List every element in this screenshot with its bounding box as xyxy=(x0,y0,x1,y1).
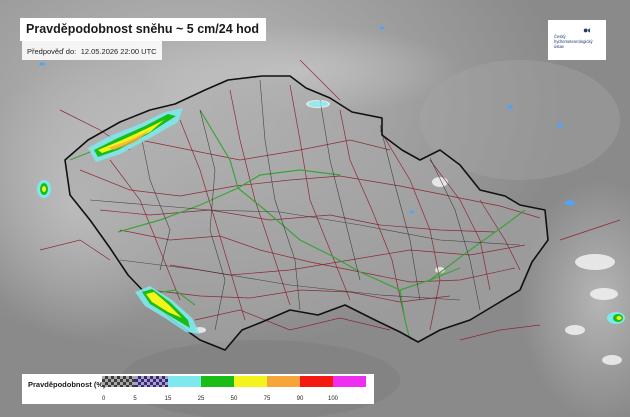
legend-swatch xyxy=(300,376,333,387)
legend-swatch xyxy=(267,376,300,387)
legend-tick-label: 0 xyxy=(102,396,106,402)
legend-swatch xyxy=(201,376,234,387)
forecast-label: Předpověď do: xyxy=(27,47,77,56)
logo-text: Český hydrometeorologický ústav xyxy=(554,34,593,50)
legend-tick-label: 75 xyxy=(263,396,271,402)
legend: Pravděpodobnost (%) 0 5 15 25 50 75 90 100 xyxy=(22,374,374,404)
legend-swatch xyxy=(102,376,135,387)
title-box: Pravděpodobnost sněhu ~ 5 cm/24 hod xyxy=(20,18,267,41)
forecast-value: 12.05.2026 22:00 UTC xyxy=(80,47,157,56)
snow-probability-north xyxy=(308,101,328,107)
legend-tick-label: 15 xyxy=(164,396,172,402)
legend-ticks: 0 5 15 25 50 75 90 100 xyxy=(22,396,374,404)
legend-swatch xyxy=(168,376,201,387)
snow-probability-outer-west xyxy=(37,180,51,198)
snow-probability-map: Pravděpodobnost sněhu ~ 5 cm/24 hod Před… xyxy=(0,0,630,417)
legend-swatches xyxy=(102,376,366,387)
legend-swatch xyxy=(135,376,168,387)
logo-line: ústav xyxy=(554,44,565,50)
legend-tick-label: 25 xyxy=(197,396,205,402)
legend-swatch xyxy=(234,376,267,387)
legend-swatch xyxy=(333,376,366,387)
legend-tick-label: 100 xyxy=(327,396,339,402)
legend-title: Pravděpodobnost (%) xyxy=(28,380,106,389)
legend-tick-label: 90 xyxy=(296,396,304,402)
forecast-box: Předpověď do: 12.05.2026 22:00 UTC xyxy=(22,40,162,60)
snow-probability-east xyxy=(607,312,625,324)
chmi-logo: ●◐ Český hydrometeorologický ústav xyxy=(548,20,606,60)
legend-tick-label: 50 xyxy=(230,396,238,402)
page-title: Pravděpodobnost sněhu ~ 5 cm/24 hod xyxy=(26,22,260,36)
legend-tick-label: 5 xyxy=(133,396,137,402)
map-canvas xyxy=(0,0,630,417)
